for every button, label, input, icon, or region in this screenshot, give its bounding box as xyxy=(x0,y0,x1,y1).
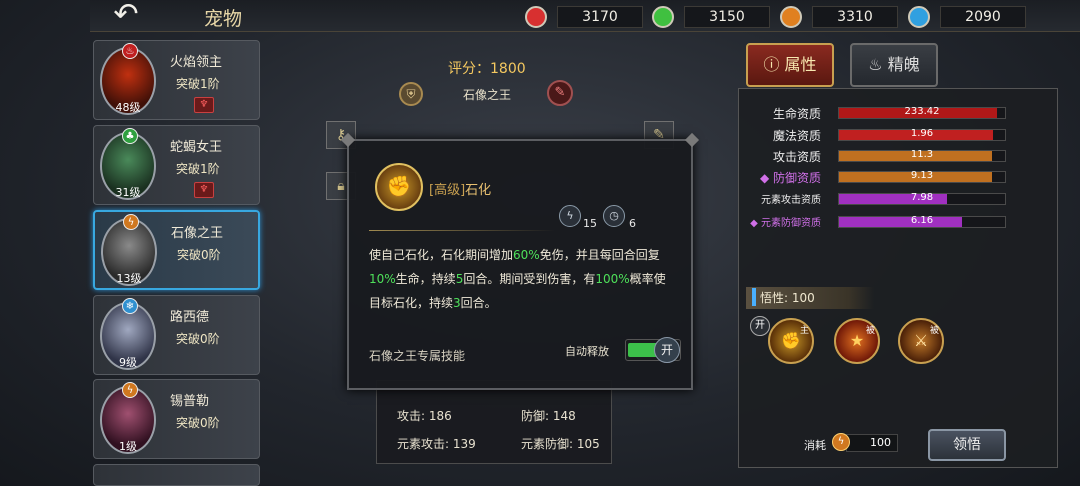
popup-corner xyxy=(684,132,700,148)
open-tag: 开 xyxy=(750,316,770,336)
tab-attributes[interactable]: ⓘ 属性 xyxy=(746,43,834,87)
lightning-cost-icon: ϟ xyxy=(832,433,850,451)
cooldown-clock-icon: ◷ xyxy=(603,205,625,227)
cooldown-value: 6 xyxy=(629,217,636,230)
exclamation-icon xyxy=(752,288,756,306)
pet-title: 石像之王 xyxy=(463,88,512,102)
divider xyxy=(369,230,555,231)
pet-card-xipule[interactable]: ϟ 1级 锡普勒 突破0阶 xyxy=(93,379,260,459)
energy-cost-icon: ϟ xyxy=(559,205,581,227)
auto-cast-label: 自动释放 xyxy=(565,345,609,358)
skill-description: 使自己石化，石化期间增加60%免伤，并且每回合回复10%生命，持续5回合。期间受… xyxy=(369,248,666,310)
currency-orange: 3310 xyxy=(780,6,898,28)
tab-spirit[interactable]: ♨ 精魄 xyxy=(850,43,938,87)
skill-name: [高级]石化 xyxy=(429,183,492,198)
skill-footer: 石像之王专属技能 xyxy=(369,349,466,363)
pet-card-gargoyle-king[interactable]: ϟ 13级 石像之王 突破0阶 xyxy=(93,210,260,290)
stat-attack: 攻击: 186 xyxy=(397,409,452,423)
demon-badge-icon: ♆ xyxy=(194,182,214,198)
attr-row: ◆ 元素防御资质 6.16 xyxy=(739,214,1059,232)
talent-tag: 被 xyxy=(930,326,940,336)
auto-cast-toggle[interactable]: 开 xyxy=(625,337,681,363)
pet-stage: 突破0阶 xyxy=(176,332,220,346)
cost-label: 消耗 xyxy=(804,439,826,452)
pet-stage: 突破1阶 xyxy=(176,162,220,176)
back-arrow-icon: ↶ xyxy=(113,0,139,32)
pet-name: 火焰领主 xyxy=(170,55,223,70)
pet-stage: 突破0阶 xyxy=(177,248,221,262)
stat-defense: 防御: 148 xyxy=(521,409,576,423)
pet-name: 石像之王 xyxy=(171,226,224,241)
attr-row: 生命资质 233.42 xyxy=(739,105,1059,123)
skill-tooltip-popup: ✊ [高级]石化 ϟ 15 ◷ 6 使自己石化，石化期间增加60%免伤，并且每回… xyxy=(340,132,700,390)
currency-green: 3150 xyxy=(652,6,770,28)
attr-row: 元素攻击资质 7.98 xyxy=(739,191,1059,209)
page-title: 宠物 xyxy=(204,8,243,30)
petrify-skill-icon: ✊ xyxy=(375,163,423,211)
pet-card-fire-lord[interactable]: ♨ 48级 火焰领主 突破1阶 ♆ xyxy=(93,40,260,120)
pet-stats-box: 攻击: 186 防御: 148 元素攻击: 139 元素防御: 105 xyxy=(376,380,612,464)
wisdom-bar: 悟性: 100 xyxy=(746,287,874,309)
attr-row: 攻击资质 11.3 xyxy=(739,148,1059,166)
blue-snowflake-icon xyxy=(908,6,930,28)
lightning-element-icon: ϟ xyxy=(123,214,139,230)
shield-icon[interactable]: ⛨ xyxy=(399,82,423,106)
attribute-info-icon: ⓘ xyxy=(763,55,785,74)
claw-icon[interactable]: ✎ xyxy=(547,80,573,106)
pet-title-row: ⛨ 石像之王 ✎ xyxy=(395,80,575,108)
talent-tag: 主 xyxy=(800,326,810,336)
currency-amount: 2090 xyxy=(940,6,1026,28)
red-gem-icon xyxy=(525,6,547,28)
learn-button[interactable]: 领悟 xyxy=(928,429,1006,461)
stat-elem-defense: 元素防御: 105 xyxy=(521,437,600,451)
pet-name: 锡普勒 xyxy=(170,394,210,409)
talent-tag: 被 xyxy=(866,326,876,336)
currency-red: 3170 xyxy=(525,6,643,28)
currency-amount: 3150 xyxy=(684,6,770,28)
orange-bolt-icon xyxy=(780,6,802,28)
pet-stage: 突破0阶 xyxy=(176,416,220,430)
pet-card-scorpion-queen[interactable]: ♣ 31级 蛇蝎女王 突破1阶 ♆ xyxy=(93,125,260,205)
flame-icon: ♨ xyxy=(868,55,888,74)
demon-badge-icon: ♆ xyxy=(194,97,214,113)
energy-cost-value: 15 xyxy=(583,217,597,230)
attributes-panel: 生命资质 233.42 魔法资质 1.96 攻击资质 11.3 ◆ 防御资质 9… xyxy=(738,88,1058,468)
back-button[interactable]: ↶ xyxy=(100,0,152,32)
lightning-element-icon: ϟ xyxy=(122,382,138,398)
ice-element-icon: ❄ xyxy=(122,298,138,314)
pet-avatar: ♨ 48级 xyxy=(100,43,156,115)
pet-name: 路西德 xyxy=(170,310,210,325)
cost-value: 100 xyxy=(846,434,898,452)
pet-avatar: ϟ 13级 xyxy=(101,214,157,286)
pet-stage: 突破1阶 xyxy=(176,77,220,91)
toggle-knob[interactable]: 开 xyxy=(654,337,680,363)
fire-element-icon: ♨ xyxy=(122,43,138,59)
green-gem-icon xyxy=(652,6,674,28)
pet-avatar: ♣ 31级 xyxy=(100,128,156,200)
pet-card-lucid[interactable]: ❄ 9级 路西德 突破0阶 xyxy=(93,295,260,375)
pet-score: 评分：1800 xyxy=(448,61,526,77)
currency-amount: 3170 xyxy=(557,6,643,28)
pet-name: 蛇蝎女王 xyxy=(170,140,223,155)
pet-avatar: ϟ 1级 xyxy=(100,382,156,454)
currency-amount: 3310 xyxy=(812,6,898,28)
attr-row: ◆ 防御资质 9.13 xyxy=(739,169,1059,187)
pet-card-partial[interactable] xyxy=(93,464,260,486)
attr-row: 魔法资质 1.96 xyxy=(739,127,1059,145)
nature-element-icon: ♣ xyxy=(122,128,138,144)
currency-blue: 2090 xyxy=(908,6,1026,28)
stat-elem-attack: 元素攻击: 139 xyxy=(397,437,476,451)
pet-avatar: ❄ 9级 xyxy=(100,298,156,370)
